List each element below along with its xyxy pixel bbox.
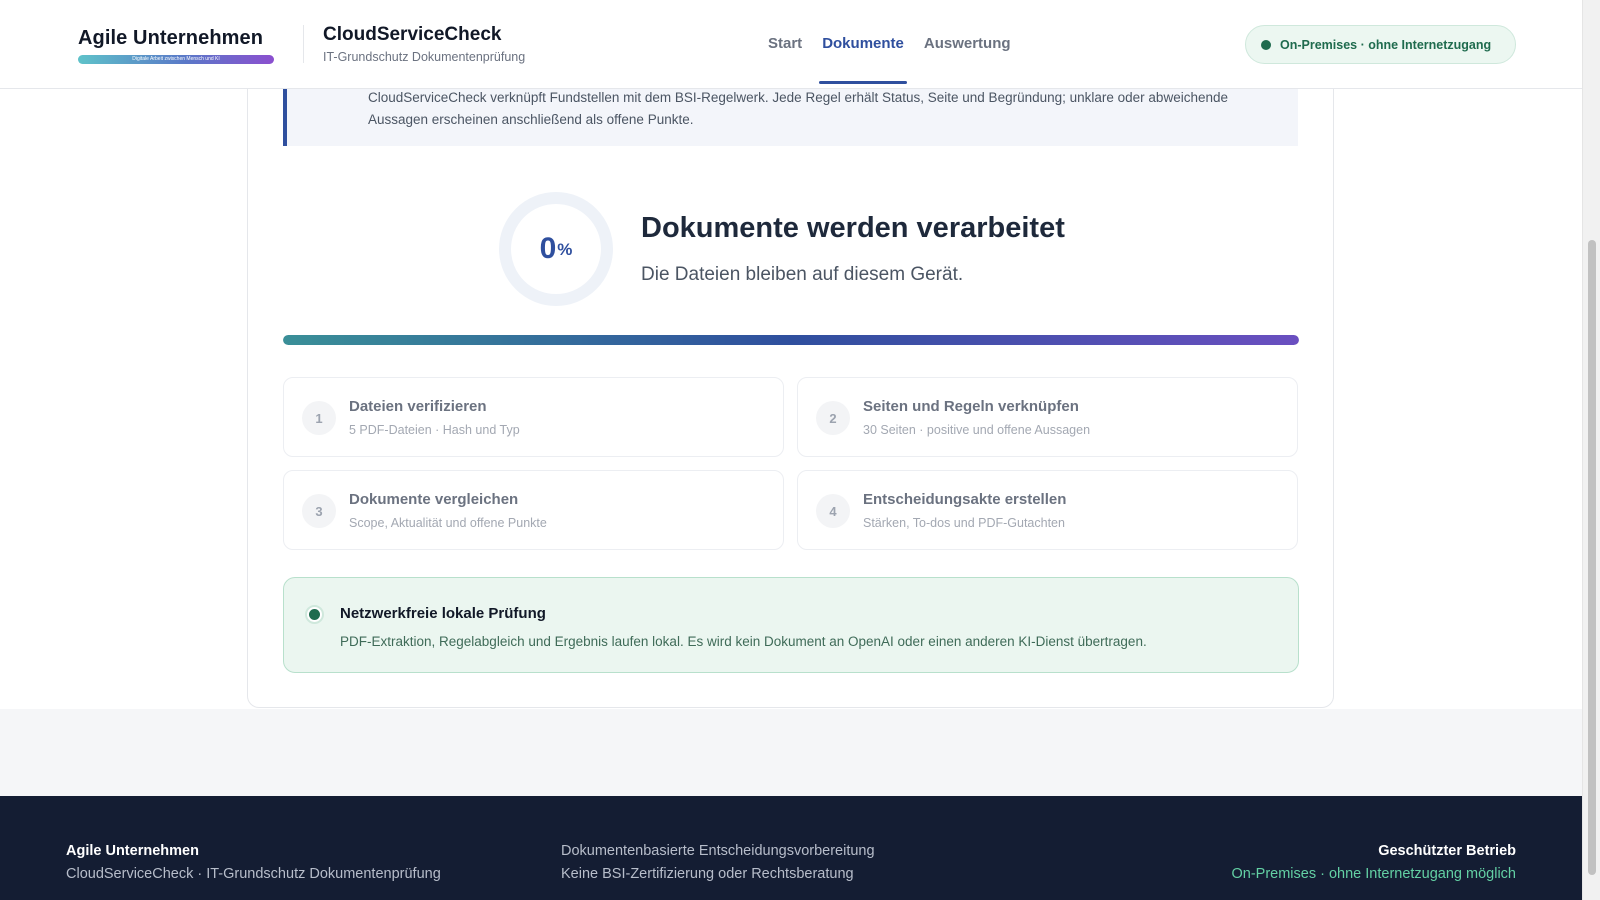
app-header: Agile Unternehmen Digitale Arbeit zwisch… — [0, 0, 1582, 89]
footer-middle-line1: Dokumentenbasierte Entscheidungsvorberei… — [561, 843, 875, 859]
nav-start[interactable]: Start — [767, 0, 803, 88]
progress-ring: 0% — [499, 192, 613, 306]
progress-percent-unit: % — [557, 240, 573, 259]
step-card-verify: 1 Dateien verifizieren 5 PDF-Dateien · H… — [283, 377, 784, 457]
notice-title: Netzwerkfreie lokale Prüfung — [340, 605, 546, 622]
nav-auswertung[interactable]: Auswertung — [923, 0, 1012, 88]
step-title: Dateien verifizieren — [349, 398, 487, 415]
processing-subtitle: Die Dateien bleiben auf diesem Gerät. — [641, 264, 964, 285]
app-title: CloudServiceCheck — [323, 24, 502, 45]
offline-notice: Netzwerkfreie lokale Prüfung PDF-Extrakt… — [283, 577, 1299, 673]
step-number: 1 — [302, 401, 336, 435]
step-number: 3 — [302, 494, 336, 528]
step-title: Dokumente vergleichen — [349, 491, 519, 508]
status-radio-icon — [305, 605, 324, 624]
step-number: 2 — [816, 401, 850, 435]
footer-middle-line2: Keine BSI-Zertifizierung oder Rechtsbera… — [561, 866, 854, 882]
header-divider — [303, 25, 304, 63]
step-description: Stärken, To-dos und PDF-Gutachten — [863, 516, 1065, 530]
info-text: CloudServiceCheck verknüpft Fundstellen … — [368, 90, 1228, 127]
logo-text: Agile Unternehmen — [78, 27, 264, 49]
scrollbar[interactable] — [1582, 0, 1600, 900]
nav-dokumente[interactable]: Dokumente — [819, 0, 907, 88]
status-dot-icon — [1261, 39, 1271, 50]
processing-title: Dokumente werden verarbeitet — [641, 212, 1065, 244]
progress-bar-fill — [283, 335, 1299, 345]
step-card-link: 2 Seiten und Regeln verknüpfen 30 Seiten… — [797, 377, 1298, 457]
step-description: 5 PDF-Dateien · Hash und Typ — [349, 423, 520, 437]
info-box: CloudServiceCheck verknüpft Fundstellen … — [283, 80, 1298, 146]
footer-brand-subtitle: CloudServiceCheck · IT-Grundschutz Dokum… — [66, 866, 441, 882]
progress-percent-value: 0 — [539, 232, 557, 265]
company-logo[interactable]: Agile Unternehmen Digitale Arbeit zwisch… — [78, 27, 274, 64]
status-badge: On-Premises · ohne Internetzugang — [1245, 25, 1516, 64]
page-spacer — [0, 709, 1582, 796]
scrollbar-thumb[interactable] — [1588, 240, 1596, 875]
page-footer: Agile Unternehmen CloudServiceCheck · IT… — [0, 796, 1582, 900]
app-subtitle: IT-Grundschutz Dokumentenprüfung — [323, 50, 526, 64]
footer-right-subtitle: On-Premises · ohne Internetzugang möglic… — [1231, 866, 1516, 882]
step-description: 30 Seiten · positive und offene Aussagen — [863, 423, 1091, 437]
notice-text: PDF-Extraktion, Regelabgleich und Ergebn… — [340, 634, 1147, 649]
footer-right-title: Geschützter Betrieb — [1378, 843, 1516, 859]
footer-brand: Agile Unternehmen — [66, 843, 199, 859]
progress-bar — [283, 335, 1299, 345]
step-title: Entscheidungsakte erstellen — [863, 491, 1067, 508]
step-title: Seiten und Regeln verknüpfen — [863, 398, 1079, 415]
logo-tagline-bar: Digitale Arbeit zwischen Mensch und KI — [78, 55, 274, 64]
main-nav: Start Dokumente Auswertung — [767, 0, 1012, 88]
step-card-decision: 4 Entscheidungsakte erstellen Stärken, T… — [797, 470, 1298, 550]
status-badge-label: On-Premises · ohne Internetzugang — [1280, 37, 1492, 52]
step-description: Scope, Aktualität und offene Punkte — [349, 516, 547, 530]
step-card-compare: 3 Dokumente vergleichen Scope, Aktualitä… — [283, 470, 784, 550]
step-number: 4 — [816, 494, 850, 528]
